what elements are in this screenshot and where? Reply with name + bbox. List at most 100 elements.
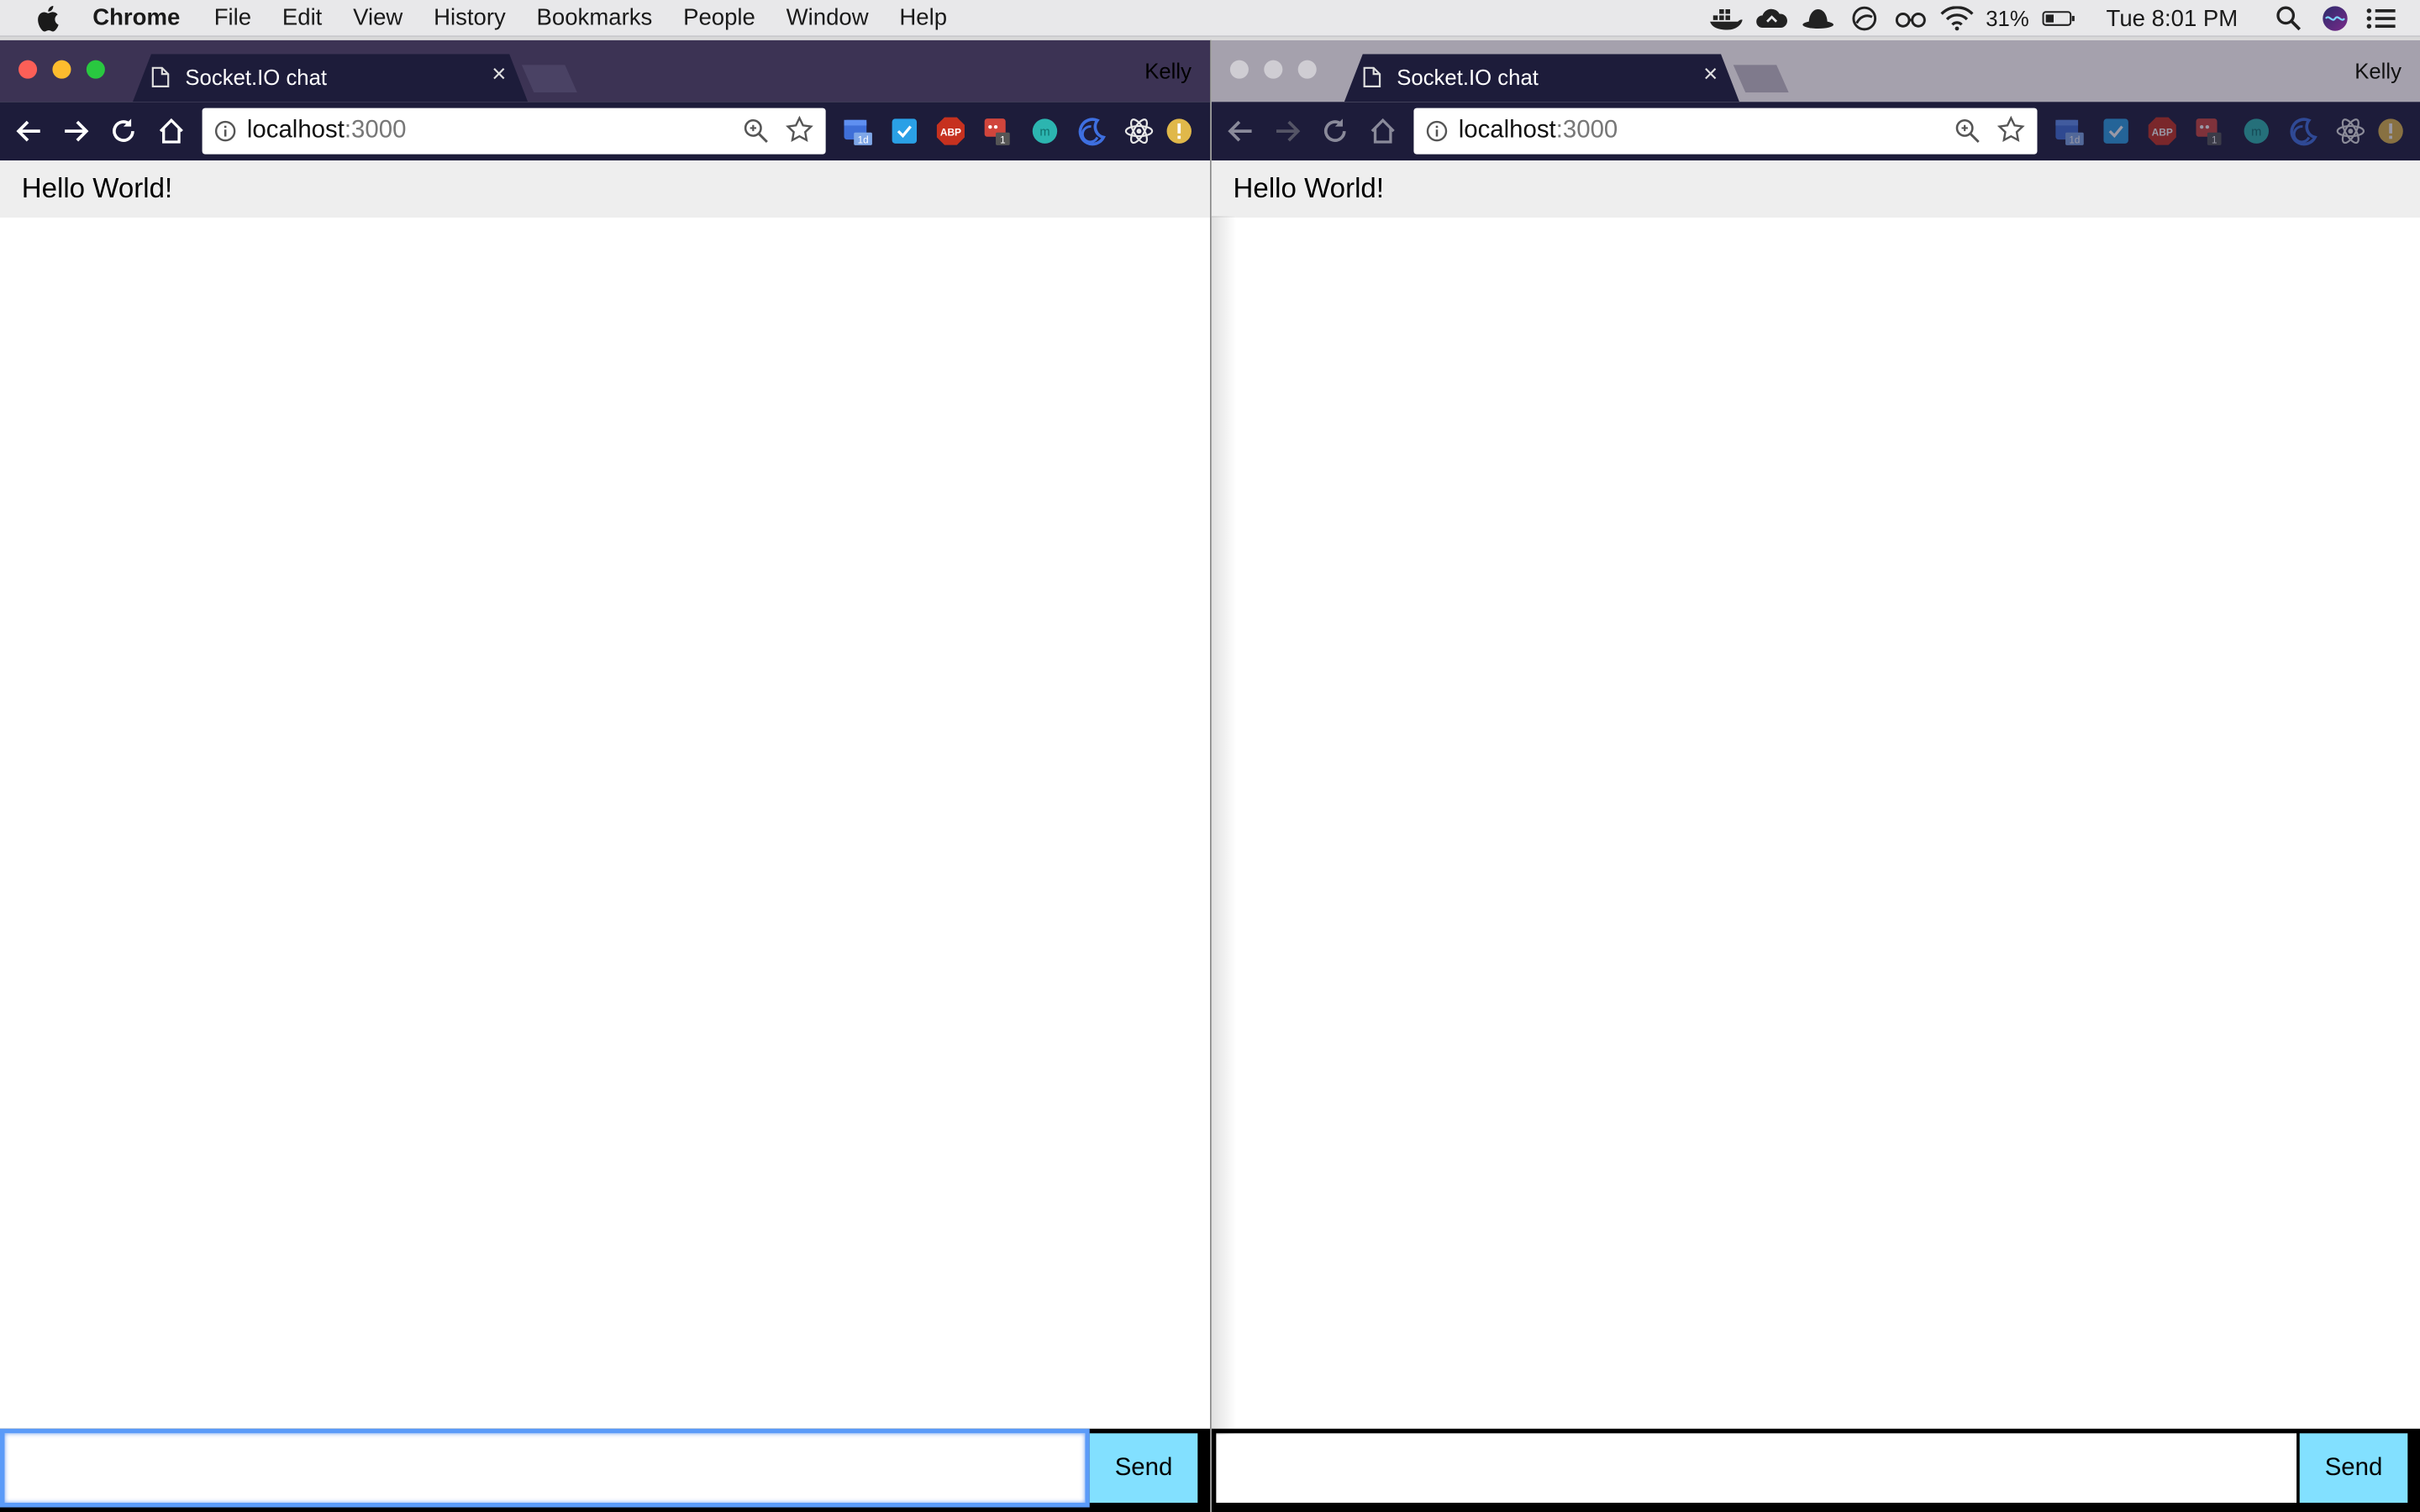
url-host: localhost xyxy=(246,117,345,144)
svg-text:1d: 1d xyxy=(2069,134,2080,145)
minimize-window-button[interactable] xyxy=(1264,60,1283,79)
reload-icon[interactable] xyxy=(107,114,140,148)
notification-extension-icon[interactable]: 1 xyxy=(983,116,1014,147)
adblock-plus-icon[interactable]: ABP xyxy=(2147,116,2178,147)
menu-file[interactable]: File xyxy=(198,0,266,36)
menu-clock[interactable]: Tue 8:01 PM xyxy=(2107,5,2238,31)
profile-name[interactable]: Kelly xyxy=(2354,59,2402,83)
minimize-window-button[interactable] xyxy=(52,60,71,79)
new-tab-button[interactable] xyxy=(1733,65,1789,92)
siri-icon[interactable] xyxy=(2318,5,2352,33)
wifi-icon[interactable] xyxy=(1939,5,1973,33)
url-host: localhost xyxy=(1458,117,1556,144)
home-icon[interactable] xyxy=(155,114,188,148)
document-icon xyxy=(1363,66,1381,88)
react-devtools-icon[interactable] xyxy=(1123,116,1155,147)
menu-view[interactable]: View xyxy=(338,0,418,36)
spotlight-search-icon[interactable] xyxy=(2272,5,2306,33)
apple-menu-icon[interactable] xyxy=(34,4,65,32)
browser-window-right: Socket.IO chat × Kelly localhost:3000 1d… xyxy=(1211,39,2420,1512)
tab-socketio-chat[interactable]: Socket.IO chat × xyxy=(1344,54,1739,102)
svg-text:1: 1 xyxy=(2212,134,2217,145)
page-content: Hello World! Send xyxy=(0,160,1210,1512)
url-text: localhost:3000 xyxy=(247,118,407,145)
macos-menu-bar: Chrome File Edit View History Bookmarks … xyxy=(0,0,2420,38)
message-input[interactable] xyxy=(1216,1433,2297,1503)
window-controls xyxy=(1229,60,1317,79)
menu-history[interactable]: History xyxy=(418,0,521,36)
teal-circle-extension-icon[interactable]: m xyxy=(1029,116,1060,147)
todo-extension-icon[interactable] xyxy=(2101,116,2132,147)
notification-center-icon[interactable] xyxy=(2365,5,2398,33)
battery-icon[interactable] xyxy=(2041,5,2075,33)
todo-extension-icon[interactable] xyxy=(889,116,920,147)
tab-title: Socket.IO chat xyxy=(185,65,328,90)
document-icon xyxy=(151,66,170,88)
menu-help[interactable]: Help xyxy=(884,0,962,36)
back-arrow-icon[interactable] xyxy=(1224,114,1258,148)
send-button[interactable]: Send xyxy=(1089,1433,1198,1503)
tab-close-icon[interactable]: × xyxy=(492,61,506,89)
tab-strip: Socket.IO chat × Kelly xyxy=(1211,39,2420,102)
site-info-icon[interactable] xyxy=(214,120,236,142)
menu-app-chrome[interactable]: Chrome xyxy=(92,0,198,36)
desktop: Chrome File Edit View History Bookmarks … xyxy=(0,0,2420,1512)
warning-extension-icon[interactable] xyxy=(1164,116,1195,147)
profile-name[interactable]: Kelly xyxy=(1144,59,1192,83)
close-window-button[interactable] xyxy=(1229,60,1249,79)
forward-arrow-icon[interactable] xyxy=(59,114,92,148)
zoom-icon[interactable] xyxy=(1954,118,1981,145)
calendar-extension-icon[interactable]: 1d xyxy=(2054,116,2086,147)
menu-bookmarks[interactable]: Bookmarks xyxy=(521,0,668,36)
glasses-icon[interactable] xyxy=(1893,5,1927,33)
calendar-extension-icon[interactable]: 1d xyxy=(843,116,874,147)
new-tab-button[interactable] xyxy=(522,65,577,92)
adblock-plus-icon[interactable]: ABP xyxy=(935,116,966,147)
maximize-window-button[interactable] xyxy=(86,60,105,79)
chat-form: Send xyxy=(1211,1428,2420,1512)
close-window-button[interactable] xyxy=(18,60,38,79)
tab-socketio-chat[interactable]: Socket.IO chat × xyxy=(133,54,528,102)
back-arrow-icon[interactable] xyxy=(13,114,46,148)
status-area: 31% Tue 8:01 PM xyxy=(1702,0,2420,37)
send-button[interactable]: Send xyxy=(2299,1433,2408,1503)
bookmark-star-icon[interactable] xyxy=(1996,115,2025,144)
url-port: :3000 xyxy=(344,117,407,144)
bookmark-star-icon[interactable] xyxy=(786,115,813,144)
maximize-window-button[interactable] xyxy=(1297,60,1317,79)
teal-circle-extension-icon[interactable]: m xyxy=(2241,116,2272,147)
message-input[interactable] xyxy=(4,1433,1086,1503)
cloud-sync-icon[interactable] xyxy=(1754,5,1788,33)
svg-text:1: 1 xyxy=(1000,134,1006,145)
moon-extension-icon[interactable] xyxy=(2287,116,2318,147)
moon-extension-icon[interactable] xyxy=(1076,116,1107,147)
forward-arrow-icon[interactable] xyxy=(1270,114,1304,148)
home-icon[interactable] xyxy=(1366,114,1400,148)
notification-extension-icon[interactable]: 1 xyxy=(2195,116,2226,147)
menu-window[interactable]: Window xyxy=(771,0,884,36)
zoom-icon[interactable] xyxy=(742,118,770,145)
reload-icon[interactable] xyxy=(1318,114,1352,148)
svg-text:ABP: ABP xyxy=(2152,127,2173,139)
address-bar[interactable]: localhost:3000 xyxy=(1413,108,2038,155)
bowler-hat-icon[interactable] xyxy=(1801,5,1834,33)
svg-text:1d: 1d xyxy=(858,134,869,145)
chat-message: Hello World! xyxy=(1211,160,2420,218)
menu-edit[interactable]: Edit xyxy=(266,0,337,36)
url-port: :3000 xyxy=(1555,117,1618,144)
site-info-icon[interactable] xyxy=(1426,120,1448,142)
react-devtools-icon[interactable] xyxy=(2335,116,2366,147)
menu-people[interactable]: People xyxy=(668,0,771,36)
address-bar[interactable]: localhost:3000 xyxy=(202,108,826,155)
browser-toolbar: localhost:3000 1d ABP 1 m xyxy=(0,102,1210,161)
warning-extension-icon[interactable] xyxy=(2375,116,2407,147)
docker-icon[interactable] xyxy=(1708,5,1743,33)
url-text: localhost:3000 xyxy=(1459,118,1618,145)
tab-close-icon[interactable]: × xyxy=(1703,61,1718,89)
page-content: Hello World! Send xyxy=(1211,160,2420,1512)
svg-text:m: m xyxy=(2251,126,2261,139)
tab-strip: Socket.IO chat × Kelly xyxy=(0,39,1210,102)
svg-text:ABP: ABP xyxy=(940,127,961,139)
do-not-disturb-icon[interactable] xyxy=(1847,5,1881,33)
browser-window-left: Socket.IO chat × Kelly localhost:3000 1d… xyxy=(0,39,1210,1512)
